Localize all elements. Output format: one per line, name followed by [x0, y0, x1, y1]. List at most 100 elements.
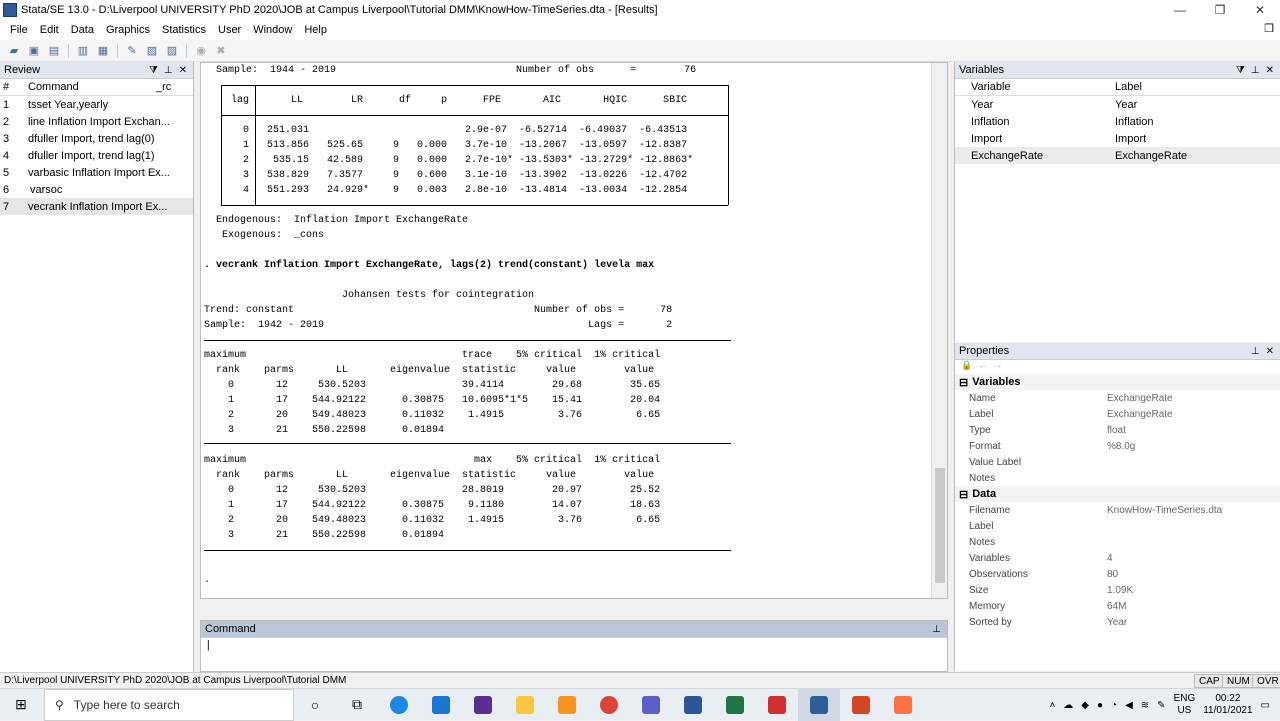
variable-row[interactable]: ExchangeRate ExchangeRate	[955, 147, 1280, 164]
wifi-icon[interactable]: ≋	[1141, 700, 1149, 711]
property-row[interactable]: Name ExchangeRate	[955, 390, 1280, 406]
task-view-icon[interactable]: ⧉	[336, 689, 378, 721]
data-editor-icon[interactable]: ▧	[144, 43, 160, 59]
pin-icon[interactable]: ⊥	[164, 65, 173, 76]
menu-statistics[interactable]: Statistics	[156, 24, 212, 36]
menu-graphics[interactable]: Graphics	[100, 24, 156, 36]
microphone-icon[interactable]: ●	[1097, 700, 1103, 711]
property-row[interactable]: Notes	[955, 534, 1280, 550]
clock[interactable]: 00:22 11/01/2021	[1203, 693, 1252, 717]
calculator-icon[interactable]	[462, 689, 504, 721]
pen-icon[interactable]: ✎	[1157, 700, 1165, 711]
close-icon[interactable]: ✕	[1266, 65, 1274, 76]
review-item[interactable]: 7 vecrank Inflation Import Ex...	[0, 198, 193, 215]
pin-icon[interactable]: ⊥	[1251, 346, 1260, 357]
do-file-editor-icon[interactable]: ✎	[124, 43, 140, 59]
powerpoint-icon[interactable]	[840, 689, 882, 721]
col-rc[interactable]: _rc	[156, 81, 171, 93]
edge-icon[interactable]	[378, 689, 420, 721]
recorder-icon[interactable]	[882, 689, 924, 721]
property-row[interactable]: Notes	[955, 470, 1280, 486]
open-icon[interactable]: ▰	[6, 43, 22, 59]
review-item[interactable]: 1 tsset Year,yearly	[0, 96, 193, 113]
review-item[interactable]: 2 line Inflation Import Exchan...	[0, 113, 193, 130]
filter-icon[interactable]: ⧩	[149, 65, 158, 76]
graph-icon[interactable]: ▦	[95, 43, 111, 59]
scrollbar-thumb[interactable]	[935, 468, 945, 583]
language-indicator[interactable]: ENG US	[1174, 693, 1196, 717]
windows-start-icon[interactable]: ⊞	[0, 689, 42, 721]
close-icon[interactable]: ✕	[1266, 346, 1274, 357]
properties-section-variables[interactable]: ⊟ Variables	[955, 374, 1280, 390]
collapse-icon[interactable]: ⊟	[959, 488, 968, 501]
collapse-icon[interactable]: ⊟	[959, 376, 968, 389]
excel-icon[interactable]	[714, 689, 756, 721]
review-item[interactable]: 5 varbasic Inflation Import Ex...	[0, 164, 193, 181]
property-row[interactable]: Filename KnowHow-TimeSeries.dta	[955, 502, 1280, 518]
menu-edit[interactable]: Edit	[34, 24, 65, 36]
review-item[interactable]: 6 varsoc	[0, 181, 193, 198]
results-scrollbar[interactable]	[931, 63, 947, 598]
notifications-icon[interactable]: ▭	[1261, 700, 1270, 711]
results-pane[interactable]: Sample: 1944 - 2019 Number of obs = 76 l…	[200, 62, 948, 599]
col-command[interactable]: Command	[22, 81, 156, 93]
variable-row[interactable]: Inflation Inflation	[955, 113, 1280, 130]
dropbox-icon[interactable]: ◆	[1081, 700, 1089, 711]
taskbar-search[interactable]: ⚲ Type here to search	[44, 688, 294, 721]
property-row[interactable]: Label ExchangeRate	[955, 406, 1280, 422]
property-row[interactable]: Value Label	[955, 454, 1280, 470]
filter-icon[interactable]: ⧩	[1236, 65, 1245, 76]
restore-icon[interactable]: ❐	[1264, 22, 1274, 35]
variable-row[interactable]: Year Year	[955, 96, 1280, 113]
file-explorer-icon[interactable]	[504, 689, 546, 721]
teams-icon[interactable]	[630, 689, 672, 721]
property-row[interactable]: Observations 80	[955, 566, 1280, 582]
volume-icon[interactable]: ◀	[1125, 700, 1133, 711]
chrome-icon[interactable]	[588, 689, 630, 721]
variable-row[interactable]: Import Import	[955, 130, 1280, 147]
save-icon[interactable]: ▣	[26, 43, 42, 59]
cloud-icon[interactable]: ☁	[1063, 700, 1073, 711]
col-label[interactable]: Label	[1115, 81, 1142, 93]
menu-data[interactable]: Data	[65, 24, 100, 36]
property-row[interactable]: Type float	[955, 422, 1280, 438]
menu-file[interactable]: File	[4, 24, 34, 36]
pin-icon[interactable]: ⊥	[932, 624, 941, 635]
more-icon[interactable]: ◉	[193, 43, 209, 59]
close-icon[interactable]: ✕	[179, 65, 187, 76]
forward-arrow-icon[interactable]: →	[993, 360, 1002, 374]
menu-help[interactable]: Help	[298, 24, 333, 36]
stata-taskbar-icon[interactable]	[798, 688, 840, 721]
break-icon[interactable]: ✖	[213, 43, 229, 59]
close-button[interactable]: ✕	[1240, 0, 1280, 20]
menu-window[interactable]: Window	[247, 24, 298, 36]
acrobat-icon[interactable]	[756, 689, 798, 721]
property-row[interactable]: Sorted by Year	[955, 614, 1280, 630]
review-item[interactable]: 3 dfuller Import, trend lag(0)	[0, 130, 193, 147]
network-icon[interactable]: ◔	[1111, 700, 1117, 711]
lock-icon[interactable]: 🔒	[961, 360, 972, 374]
chevron-up-icon[interactable]: ˄	[1049, 700, 1055, 711]
data-browser-icon[interactable]: ▨	[164, 43, 180, 59]
minimize-button[interactable]: —	[1160, 0, 1200, 20]
property-row[interactable]: Format %8.0g	[955, 438, 1280, 454]
cortana-icon[interactable]: ○	[294, 689, 336, 721]
maximize-button[interactable]: ❐	[1200, 0, 1240, 20]
col-variable[interactable]: Variable	[955, 81, 1115, 93]
word-icon[interactable]	[672, 689, 714, 721]
menu-user[interactable]: User	[212, 24, 247, 36]
property-row[interactable]: Label	[955, 518, 1280, 534]
review-item[interactable]: 4 dfuller Import, trend lag(1)	[0, 147, 193, 164]
log-icon[interactable]: ▥	[75, 43, 91, 59]
property-row[interactable]: Size 1.09K	[955, 582, 1280, 598]
app-icon[interactable]	[546, 689, 588, 721]
mail-icon[interactable]	[420, 689, 462, 721]
property-row[interactable]: Variables 4	[955, 550, 1280, 566]
pin-icon[interactable]: ⊥	[1251, 65, 1260, 76]
command-input[interactable]: |	[201, 638, 947, 672]
property-row[interactable]: Memory 64M	[955, 598, 1280, 614]
properties-section-data[interactable]: ⊟ Data	[955, 486, 1280, 502]
print-icon[interactable]: ▤	[46, 43, 62, 59]
back-arrow-icon[interactable]: ←	[978, 360, 987, 374]
col-number[interactable]: #	[0, 81, 22, 93]
